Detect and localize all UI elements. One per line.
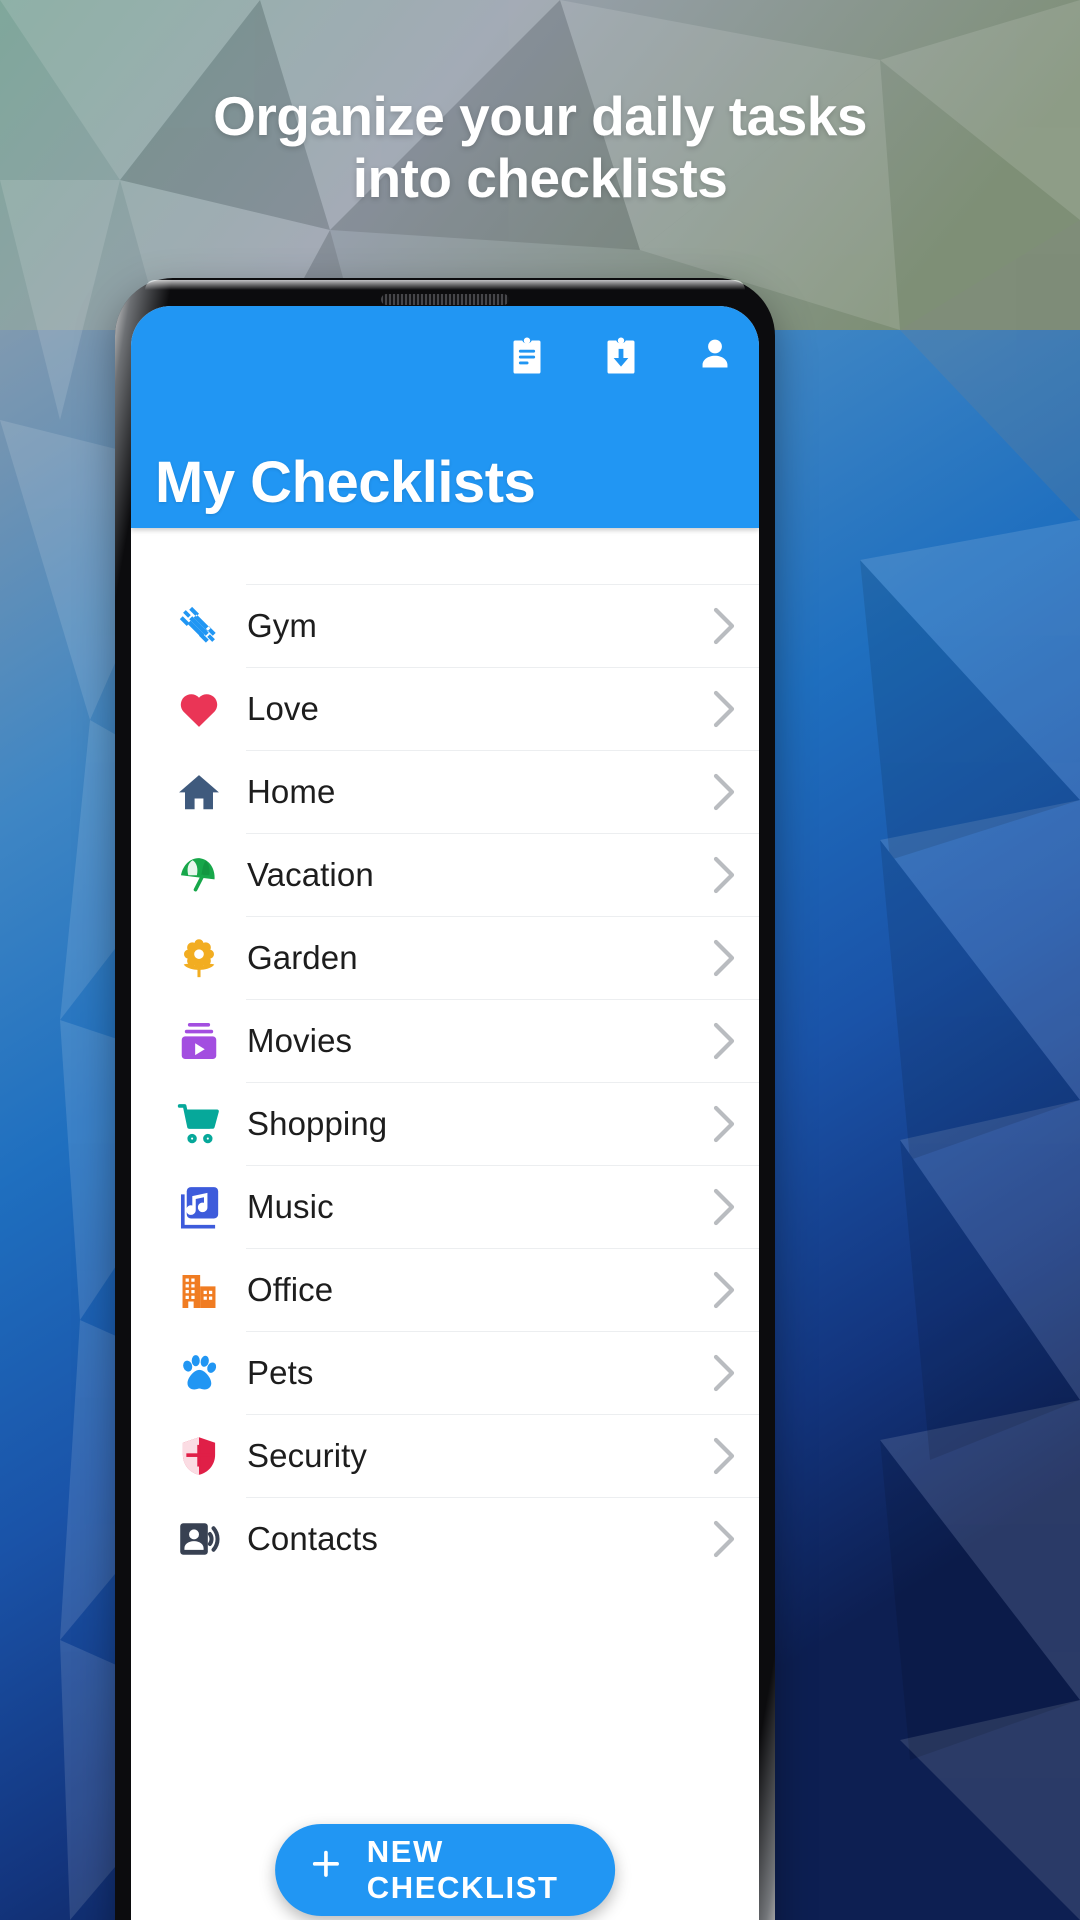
list-item[interactable]: Music (131, 1165, 759, 1248)
list-item[interactable]: Office (131, 1248, 759, 1331)
list-item-label: Music (247, 1187, 334, 1225)
phone-mockup: My Checklists Gym Love Home Vacation Gar… (115, 278, 775, 1920)
heart-icon (151, 686, 247, 732)
chevron-right-icon (689, 772, 759, 812)
list-item[interactable]: Pets (131, 1331, 759, 1414)
list-item-label: Security (247, 1436, 368, 1474)
chevron-right-icon (689, 689, 759, 729)
list-item[interactable]: Garden (131, 916, 759, 999)
list-item-label: Office (247, 1270, 334, 1308)
beach-umbrella-icon (151, 852, 247, 898)
list-item-label: Movies (247, 1021, 353, 1059)
plus-icon (309, 1847, 343, 1893)
music-album-icon (151, 1184, 247, 1230)
chevron-right-icon (689, 1021, 759, 1061)
video-library-icon (151, 1018, 247, 1064)
earpiece-speaker (381, 294, 509, 305)
chevron-right-icon (689, 1187, 759, 1227)
chevron-right-icon (689, 855, 759, 895)
chevron-right-icon (689, 1353, 759, 1393)
chevron-right-icon (689, 938, 759, 978)
contacts-icon (151, 1516, 247, 1562)
list-item[interactable]: Vacation (131, 833, 759, 916)
shopping-cart-icon (151, 1101, 247, 1147)
house-icon (151, 769, 247, 815)
list-item-label: Shopping (247, 1104, 388, 1142)
list-item-label: Gym (247, 606, 317, 644)
new-checklist-label: NEW CHECKLIST (366, 1834, 559, 1905)
new-checklist-button[interactable]: NEW CHECKLIST (275, 1824, 615, 1916)
chevron-right-icon (689, 1519, 759, 1559)
list-item[interactable]: Movies (131, 999, 759, 1082)
list-item-label: Love (247, 689, 319, 727)
checklist-list: Gym Love Home Vacation Garden Movies Sho… (131, 528, 759, 1580)
list-item[interactable]: Gym (131, 584, 759, 667)
account-icon[interactable] (697, 336, 733, 374)
dumbbell-icon (151, 603, 247, 649)
list-item-label: Vacation (247, 855, 374, 893)
list-item-label: Garden (247, 938, 358, 976)
chevron-right-icon (689, 1270, 759, 1310)
chevron-right-icon (689, 1104, 759, 1144)
flower-icon (151, 935, 247, 981)
promo-headline-line-1: Organize your daily tasks (213, 85, 867, 147)
app-bar: My Checklists (131, 306, 759, 528)
list-item[interactable]: Security (131, 1414, 759, 1497)
list-item-label: Home (247, 772, 336, 810)
list-top-spacer (131, 528, 759, 584)
list-item[interactable]: Shopping (131, 1082, 759, 1165)
list-item-label: Pets (247, 1353, 314, 1391)
clipboard-download-icon[interactable] (603, 336, 639, 374)
office-building-icon (151, 1267, 247, 1313)
list-item[interactable]: Contacts (131, 1497, 759, 1580)
phone-screen: My Checklists Gym Love Home Vacation Gar… (131, 306, 759, 1920)
chevron-right-icon (689, 606, 759, 646)
app-bar-actions (509, 336, 733, 374)
promo-headline-line-2: into checklists (352, 146, 728, 209)
phone-top-highlight (145, 280, 745, 290)
paw-icon (151, 1350, 247, 1396)
page-title: My Checklists (155, 450, 536, 515)
list-item[interactable]: Home (131, 750, 759, 833)
clipboard-list-icon[interactable] (509, 336, 545, 374)
shield-icon (151, 1433, 247, 1479)
chevron-right-icon (689, 1436, 759, 1476)
list-item[interactable]: Love (131, 667, 759, 750)
list-item-label: Contacts (247, 1519, 379, 1557)
promo-headline: Organize your daily tasks into checklist… (0, 85, 1080, 209)
